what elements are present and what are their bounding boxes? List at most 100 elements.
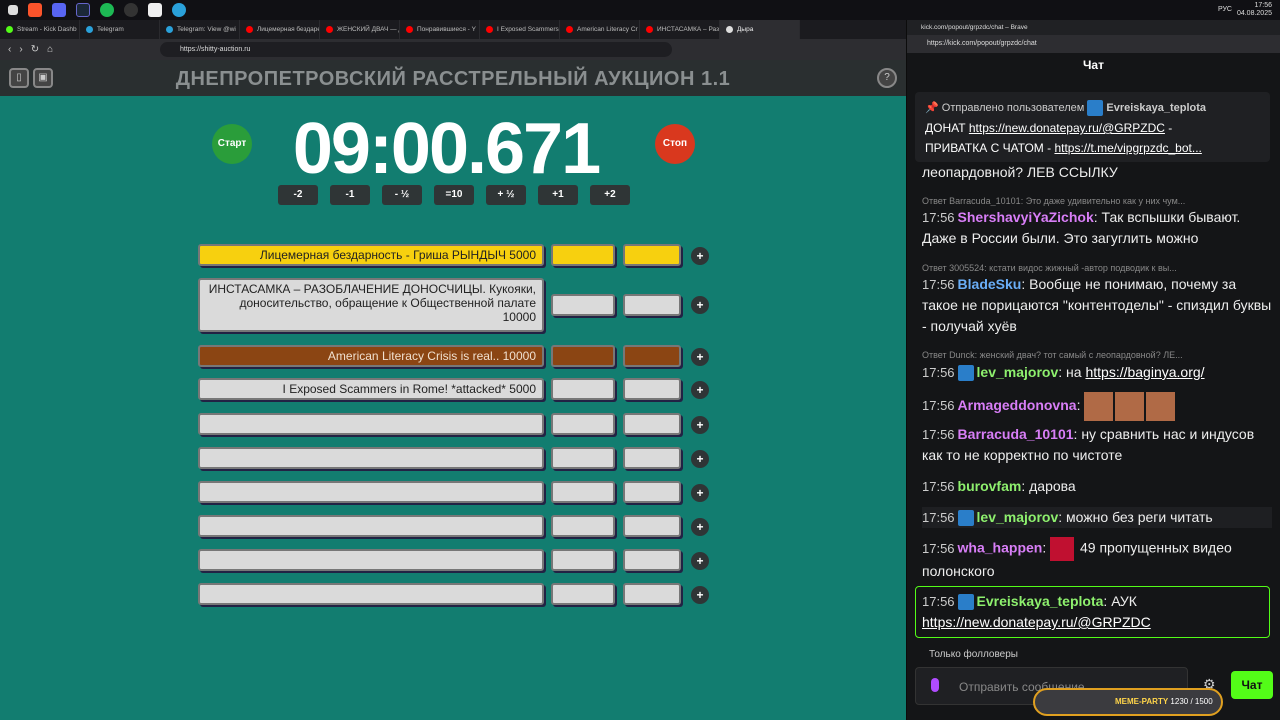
lot-add-input[interactable]: [623, 378, 681, 400]
browser-tab[interactable]: American Literacy Cr: [560, 20, 640, 39]
add-amount-button[interactable]: +: [691, 552, 709, 570]
time-adjust-button[interactable]: -1: [330, 185, 370, 205]
pin-icon: 📌: [925, 102, 942, 114]
lot-amount-input[interactable]: [551, 244, 615, 266]
lang-indicator[interactable]: РУС: [1218, 6, 1232, 13]
lot-add-input[interactable]: [623, 345, 681, 367]
time-adjust-button[interactable]: + ½: [486, 185, 526, 205]
lot-name-input[interactable]: Лицемерная бездарность - Гриша РЫНДЫЧ 50…: [198, 244, 544, 266]
tab-favicon-icon: [726, 26, 733, 33]
browser-tab[interactable]: Дыра: [720, 20, 800, 39]
start-button[interactable]: Старт: [212, 124, 252, 164]
emote-icon: [1050, 537, 1075, 561]
add-amount-button[interactable]: +: [691, 296, 709, 314]
lot-name-input[interactable]: [198, 413, 544, 435]
lot-amount-input[interactable]: [551, 515, 615, 537]
lot-name-input[interactable]: [198, 549, 544, 571]
taskbar: РУС 17:56 04.08.2025: [0, 0, 1280, 20]
lot-add-input[interactable]: [623, 515, 681, 537]
chat-message-highlighted: 17:56 Evreiskaya_teplota: АУК https://new…: [915, 586, 1270, 638]
browser-tab[interactable]: Лицемерная бездаре: [240, 20, 320, 39]
lot-name-input[interactable]: ИНСТАСАМКА – РАЗОБЛАЧЕНИЕ ДОНОСЧИЦЫ. Кук…: [198, 278, 544, 332]
chat-title: Чат: [1083, 58, 1104, 72]
forward-icon[interactable]: ›: [19, 44, 22, 55]
add-amount-button[interactable]: +: [691, 484, 709, 502]
lot-name-input[interactable]: I Exposed Scammers in Rome! *attacked* 5…: [198, 378, 544, 400]
time-adjust-button[interactable]: - ½: [382, 185, 422, 205]
lot-add-input[interactable]: [623, 294, 681, 316]
lot-add-input[interactable]: [623, 413, 681, 435]
mic-icon[interactable]: [931, 678, 939, 692]
tab-favicon-icon: [86, 26, 93, 33]
discord-icon[interactable]: [52, 3, 66, 17]
add-amount-button[interactable]: +: [691, 416, 709, 434]
chat-message: 17:56 Armageddonovna:: [922, 392, 1272, 421]
stop-button[interactable]: Стоп: [655, 124, 695, 164]
add-amount-button[interactable]: +: [691, 381, 709, 399]
time-adjust-button[interactable]: -2: [278, 185, 318, 205]
lot-name-input[interactable]: [198, 515, 544, 537]
chat-url[interactable]: https://kick.com/popout/grpzdc/chat: [907, 35, 1280, 53]
lot-amount-input[interactable]: [551, 583, 615, 605]
help-icon[interactable]: ?: [877, 68, 897, 88]
reload-icon[interactable]: ↻: [31, 44, 39, 55]
tab-favicon-icon: [246, 26, 253, 33]
reply-preview: Ответ 3005524: кстати видос жижный -авто…: [922, 263, 1177, 273]
time-adjust-button[interactable]: =10: [434, 185, 474, 205]
chat-message: 17:56 ShershavyiYaZichok: Так вспышки быв…: [922, 209, 1241, 246]
tab-favicon-icon: [486, 26, 493, 33]
lot-name-input[interactable]: American Literacy Crisis is real.. 10000: [198, 345, 544, 367]
lot-add-input[interactable]: [623, 244, 681, 266]
spotify-icon[interactable]: [100, 3, 114, 17]
app-header: ▯ ▣ ДНЕПРОПЕТРОВСКИЙ РАССТРЕЛЬНЫЙ АУКЦИО…: [0, 60, 906, 96]
moderator-icon: [1087, 100, 1104, 117]
telegram-icon[interactable]: [172, 3, 186, 17]
browser-tab[interactable]: ЖЕНСКИЙ ДВАЧ — Д: [320, 20, 400, 39]
add-amount-button[interactable]: +: [691, 586, 709, 604]
lot-add-input[interactable]: [623, 447, 681, 469]
back-icon[interactable]: ‹: [8, 44, 11, 55]
emote-icon: [1146, 392, 1176, 421]
browser-tab[interactable]: ИНСТАСАМКА – Раз: [640, 20, 720, 39]
meme-party-widget: MEME-PARTY 1230 / 1500: [1033, 688, 1223, 716]
browser-tab[interactable]: Stream - Kick Dashb: [0, 20, 80, 39]
time-adjust-button[interactable]: +2: [590, 185, 630, 205]
app-icon[interactable]: [148, 3, 162, 17]
lot-amount-input[interactable]: [551, 447, 615, 469]
add-amount-button[interactable]: +: [691, 518, 709, 536]
clock[interactable]: 17:56 04.08.2025: [1237, 2, 1272, 18]
url-input[interactable]: https://shitty-auction.ru: [160, 42, 672, 57]
add-amount-button[interactable]: +: [691, 247, 709, 265]
browser-tab[interactable]: I Exposed Scammers: [480, 20, 560, 39]
tab-favicon-icon: [166, 26, 173, 33]
timer-display: 09:00.671: [292, 109, 601, 189]
reply-preview: Ответ Barracuda_10101: Это даже удивител…: [922, 196, 1186, 206]
moderator-icon: [957, 510, 974, 527]
lot-amount-input[interactable]: [551, 481, 615, 503]
browser-tab[interactable]: Telegram: [80, 20, 160, 39]
lot-amount-input[interactable]: [551, 378, 615, 400]
lot-amount-input[interactable]: [551, 345, 615, 367]
add-amount-button[interactable]: +: [691, 348, 709, 366]
home-icon[interactable]: ⌂: [47, 44, 53, 55]
lot-amount-input[interactable]: [551, 413, 615, 435]
brave-icon[interactable]: [28, 3, 42, 17]
lot-add-input[interactable]: [623, 481, 681, 503]
pinned-message[interactable]: 📌 Отправлено пользователем Evreiskaya_te…: [915, 92, 1270, 162]
browser-tab[interactable]: Понравившиеся - Y: [400, 20, 480, 39]
windows-icon[interactable]: [8, 5, 18, 15]
lot-amount-input[interactable]: [551, 294, 615, 316]
obs-icon[interactable]: [124, 3, 138, 17]
lot-name-input[interactable]: [198, 447, 544, 469]
browser-tab[interactable]: Telegram: View @wi: [160, 20, 240, 39]
add-amount-button[interactable]: +: [691, 450, 709, 468]
lot-add-input[interactable]: [623, 549, 681, 571]
send-button[interactable]: Чат: [1231, 671, 1273, 699]
lot-add-input[interactable]: [623, 583, 681, 605]
chat-message: 17:56 Barracuda_10101: ну сравнить нас и …: [922, 426, 1255, 463]
lot-name-input[interactable]: [198, 481, 544, 503]
time-adjust-button[interactable]: +1: [538, 185, 578, 205]
lot-amount-input[interactable]: [551, 549, 615, 571]
steam-icon[interactable]: [76, 3, 90, 17]
lot-name-input[interactable]: [198, 583, 544, 605]
